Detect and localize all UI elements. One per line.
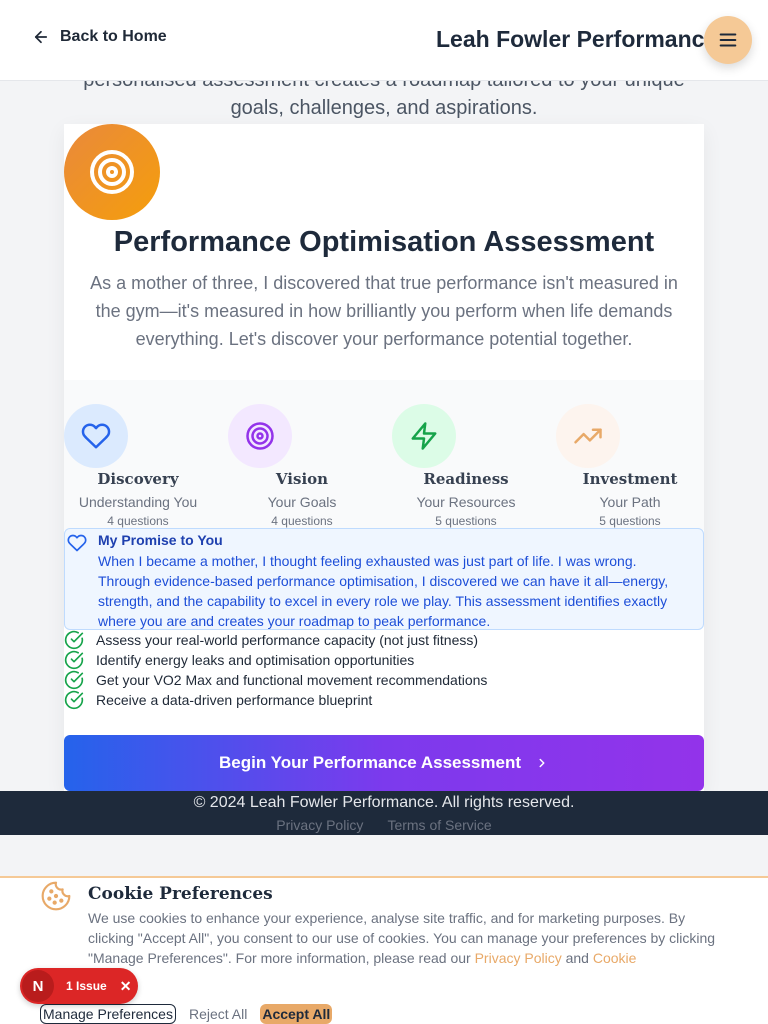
step-investment: Investment Your Path 5 questions [556,404,704,528]
trending-up-icon [574,428,602,444]
heart-icon [67,534,87,552]
issues-badge[interactable]: N 1 Issue ✕ [20,968,138,1004]
cookie-description: We use cookies to enhance your experienc… [88,908,733,968]
step-subtitle: Your Goals [267,494,337,510]
cookie-privacy-link[interactable]: Privacy Policy [475,950,562,966]
step-icon-wrap [556,404,620,468]
brand-title[interactable]: Leah Fowler Performance [436,26,717,53]
assessment-card: Performance Optimisation Assessment As a… [64,124,704,791]
card-description: As a mother of three, I discovered that … [90,273,678,349]
privacy-policy-link[interactable]: Privacy Policy [276,817,363,833]
arrow-left-icon [34,30,48,44]
promise-box: My Promise to You When I became a mother… [64,528,704,630]
target-icon [246,422,274,450]
cookie-title: Cookie Preferences [88,884,273,904]
target-icon [90,150,134,194]
checklist-text: Receive a data-driven performance bluepr… [96,692,373,708]
menu-button[interactable] [704,16,752,64]
heart-icon [81,423,111,449]
back-link-label: Back to Home [60,28,167,45]
step-readiness: Readiness Your Resources 5 questions [392,404,540,528]
step-title: Discovery [97,470,179,488]
checklist-text: Identify energy leaks and optimisation o… [96,652,415,668]
intro-line-2: goals, challenges, and aspirations. [230,97,538,119]
step-title: Vision [275,470,329,488]
manage-preferences-button[interactable]: Manage Preferences [40,1004,176,1024]
step-question-count: 5 questions [599,514,661,528]
checklist-item: Get your VO2 Max and functional movement… [64,670,704,690]
step-question-count: 4 questions [107,514,169,528]
hero-target-badge [64,124,160,220]
checklist-item: Assess your real-world performance capac… [64,630,704,650]
top-header: Back to Home Leah Fowler Performance [0,0,768,81]
step-icon-wrap [64,404,128,468]
cookie-policy-link[interactable]: Cookie [593,950,637,966]
step-title: Readiness [423,470,509,488]
checklist-item: Receive a data-driven performance bluepr… [64,690,704,710]
accept-all-button[interactable]: Accept All [260,1004,333,1024]
footer-links: Privacy Policy Terms of Service [0,817,768,833]
reject-all-button[interactable]: Reject All [189,1006,247,1022]
cookie-text-and: and [561,950,593,966]
cta-label: Begin Your Performance Assessment [218,753,521,772]
cookie-actions: Manage Preferences Reject All Accept All [40,1004,333,1024]
site-footer: © 2024 Leah Fowler Performance. All righ… [0,791,768,835]
checklist-text: Get your VO2 Max and functional movement… [96,672,488,688]
begin-assessment-button[interactable]: Begin Your Performance Assessment [64,735,704,791]
card-title: Performance Optimisation Assessment [113,226,655,258]
next-logo-icon: N [22,970,54,1002]
step-subtitle: Your Path [599,494,661,510]
step-icon-wrap [392,404,456,468]
menu-icon [719,33,737,47]
step-question-count: 4 questions [271,514,333,528]
assessment-steps: Discovery Understanding You 4 questions … [64,380,704,530]
step-subtitle: Understanding You [78,494,198,510]
cookie-icon [41,881,71,911]
check-circle-icon [64,650,84,670]
close-icon[interactable]: ✕ [120,978,132,995]
zap-icon [411,422,437,450]
step-question-count: 5 questions [435,514,497,528]
check-circle-icon [64,630,84,650]
step-subtitle: Your Resources [416,494,516,510]
step-discovery: Discovery Understanding You 4 questions [64,404,212,528]
check-circle-icon [64,690,84,710]
issue-count: 1 Issue [66,979,107,993]
benefit-checklist: Assess your real-world performance capac… [64,630,704,710]
chevron-right-icon [539,758,545,768]
step-title: Investment [582,470,678,488]
check-circle-icon [64,670,84,690]
terms-of-service-link[interactable]: Terms of Service [387,817,491,833]
footer-copyright: © 2024 Leah Fowler Performance. All righ… [193,794,575,811]
promise-text: When I became a mother, I thought feelin… [98,553,669,629]
back-to-home-link[interactable]: Back to Home [32,28,167,46]
checklist-item: Identify energy leaks and optimisation o… [64,650,704,670]
step-icon-wrap [228,404,292,468]
step-vision: Vision Your Goals 4 questions [228,404,376,528]
checklist-text: Assess your real-world performance capac… [96,632,479,648]
promise-title: My Promise to You [98,532,223,548]
